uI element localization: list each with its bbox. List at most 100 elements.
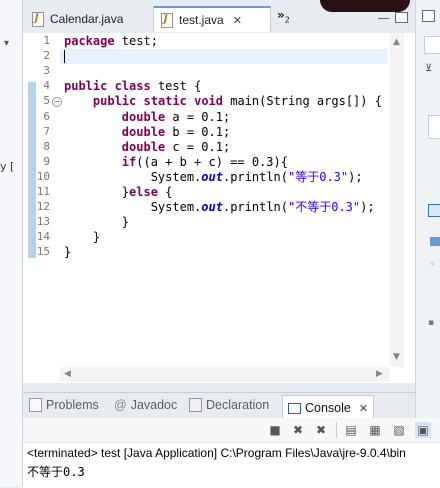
terminate-icon[interactable]: ■ [267, 422, 283, 438]
code-token: ); [348, 169, 363, 184]
code-line: } [64, 215, 129, 230]
keyword-token: double [121, 139, 166, 154]
horizontal-scrollbar[interactable]: ◀ ▶ [60, 367, 390, 382]
code-token: .println( [222, 169, 288, 184]
tab-label: Console [305, 401, 351, 415]
panel-mark: ⊻ [425, 63, 433, 74]
line-number: 4 [43, 79, 50, 93]
remove-all-icon[interactable]: ✖ [313, 422, 329, 438]
tab-declaration[interactable]: Declaration [189, 398, 269, 412]
code-line: System.out.println("不等于0.3"); [64, 200, 375, 215]
code-token: test { [150, 79, 202, 94]
close-icon[interactable]: ✕ [359, 402, 368, 415]
tab-calendar-java[interactable]: J Calendar.java [25, 6, 149, 32]
display-console-icon[interactable]: ▣ [415, 422, 431, 438]
keyword-token: public [64, 79, 108, 94]
tab-label: Calendar.java [50, 12, 124, 26]
keyword-token: void [194, 94, 223, 109]
fold-toggle-icon[interactable]: − [52, 97, 62, 107]
code-line: }else { [64, 185, 173, 200]
problems-icon [29, 398, 42, 412]
outline-icon[interactable] [428, 204, 440, 217]
code-line: public class test { [64, 79, 201, 94]
toolbar-divider [336, 422, 337, 438]
outline-item-icon: ◦ [430, 260, 436, 270]
scroll-up-icon[interactable]: ▲ [393, 37, 400, 47]
code-token: ((a + b + c) == 0.3){ [136, 154, 288, 169]
keyword-token: double [121, 109, 166, 124]
overflow-count: 2 [284, 15, 290, 25]
tab-test-java[interactable]: J test.java ✕ [153, 6, 271, 32]
outline-item-icon: ▪ [428, 318, 435, 328]
line-number: 10 [36, 169, 50, 183]
console-toolbar: ■ ✖ ✖ ▤ ▦ ▧ ▣ [23, 418, 440, 442]
tab-problems[interactable]: Problems [29, 398, 99, 412]
console-output[interactable]: <terminated> test [Java Application] C:\… [23, 442, 440, 488]
java-file-icon: J [160, 13, 174, 28]
clear-console-icon[interactable]: ▤ [343, 422, 359, 438]
tab-overflow-button[interactable]: »2 [277, 8, 290, 24]
code-token: } [64, 215, 130, 230]
line-number: 8 [43, 139, 50, 153]
code-line: double a = 0.1; [64, 110, 230, 125]
scroll-down-icon[interactable]: ▼ [393, 352, 400, 362]
tab-console[interactable]: Console ✕ [282, 395, 375, 420]
code-token: } [64, 230, 101, 245]
console-output-line: 不等于0.3 [27, 465, 85, 479]
string-token: "等于0.3" [288, 169, 349, 184]
left-panel: ▾ y [ [0, 0, 23, 487]
scroll-left-icon[interactable]: ◀ [64, 369, 71, 379]
close-icon[interactable]: ✕ [233, 14, 242, 27]
word-wrap-icon[interactable]: ▧ [391, 422, 407, 438]
code-line: double b = 0.1; [64, 125, 230, 140]
remove-launch-icon[interactable]: ✖ [290, 422, 306, 438]
code-token: ); [360, 200, 375, 215]
maximize-icon[interactable] [395, 12, 408, 23]
code-token: } [64, 245, 72, 260]
overlay-artifact [320, 0, 410, 12]
panel-fragment [424, 36, 440, 54]
line-number: 11 [36, 185, 50, 198]
field-token: out [201, 200, 223, 215]
code-token: b = 0.1; [165, 124, 231, 139]
bottom-panel-tabs: Problems @ Javadoc Declaration Console ✕ [23, 392, 415, 420]
code-line: public static void main(String args[]) { [64, 94, 382, 109]
line-number: 2 [43, 49, 50, 63]
code-line: } [64, 230, 100, 245]
code-token: c = 0.1; [165, 139, 231, 154]
string-token: "不等于0.3" [288, 200, 361, 215]
scroll-lock-icon[interactable]: ▦ [367, 422, 383, 438]
overflow-chevron-icon: » [277, 8, 285, 22]
left-panel-fragment: y [ [0, 160, 15, 173]
scroll-right-icon[interactable]: ▶ [376, 369, 383, 379]
current-line-highlight [60, 49, 387, 64]
chevron-down-icon[interactable]: ▾ [4, 38, 9, 49]
line-number: 9 [43, 154, 50, 168]
vertical-scrollbar[interactable]: ▲ ▼ [390, 33, 404, 367]
right-panel: ⊻ ◦ ▪ [415, 0, 440, 487]
at-icon: @ [114, 398, 127, 412]
code-token: .println( [222, 200, 288, 215]
line-number: 13 [36, 215, 50, 229]
line-number: 3 [43, 64, 50, 78]
line-number: 14 [36, 230, 50, 244]
code-token: System. [64, 169, 202, 184]
code-line: double c = 0.1; [64, 140, 230, 155]
field-token: out [201, 169, 223, 184]
tab-label: test.java [179, 13, 224, 27]
minimize-icon[interactable] [378, 18, 389, 20]
keyword-token: class [114, 79, 151, 94]
line-number: 1 [43, 34, 50, 47]
line-number: 12 [36, 200, 50, 214]
tab-javadoc[interactable]: @ Javadoc [114, 398, 177, 412]
restore-icon[interactable] [422, 10, 435, 22]
java-file-icon: J [31, 12, 45, 27]
panel-fragment [428, 115, 440, 139]
console-icon [288, 402, 301, 414]
